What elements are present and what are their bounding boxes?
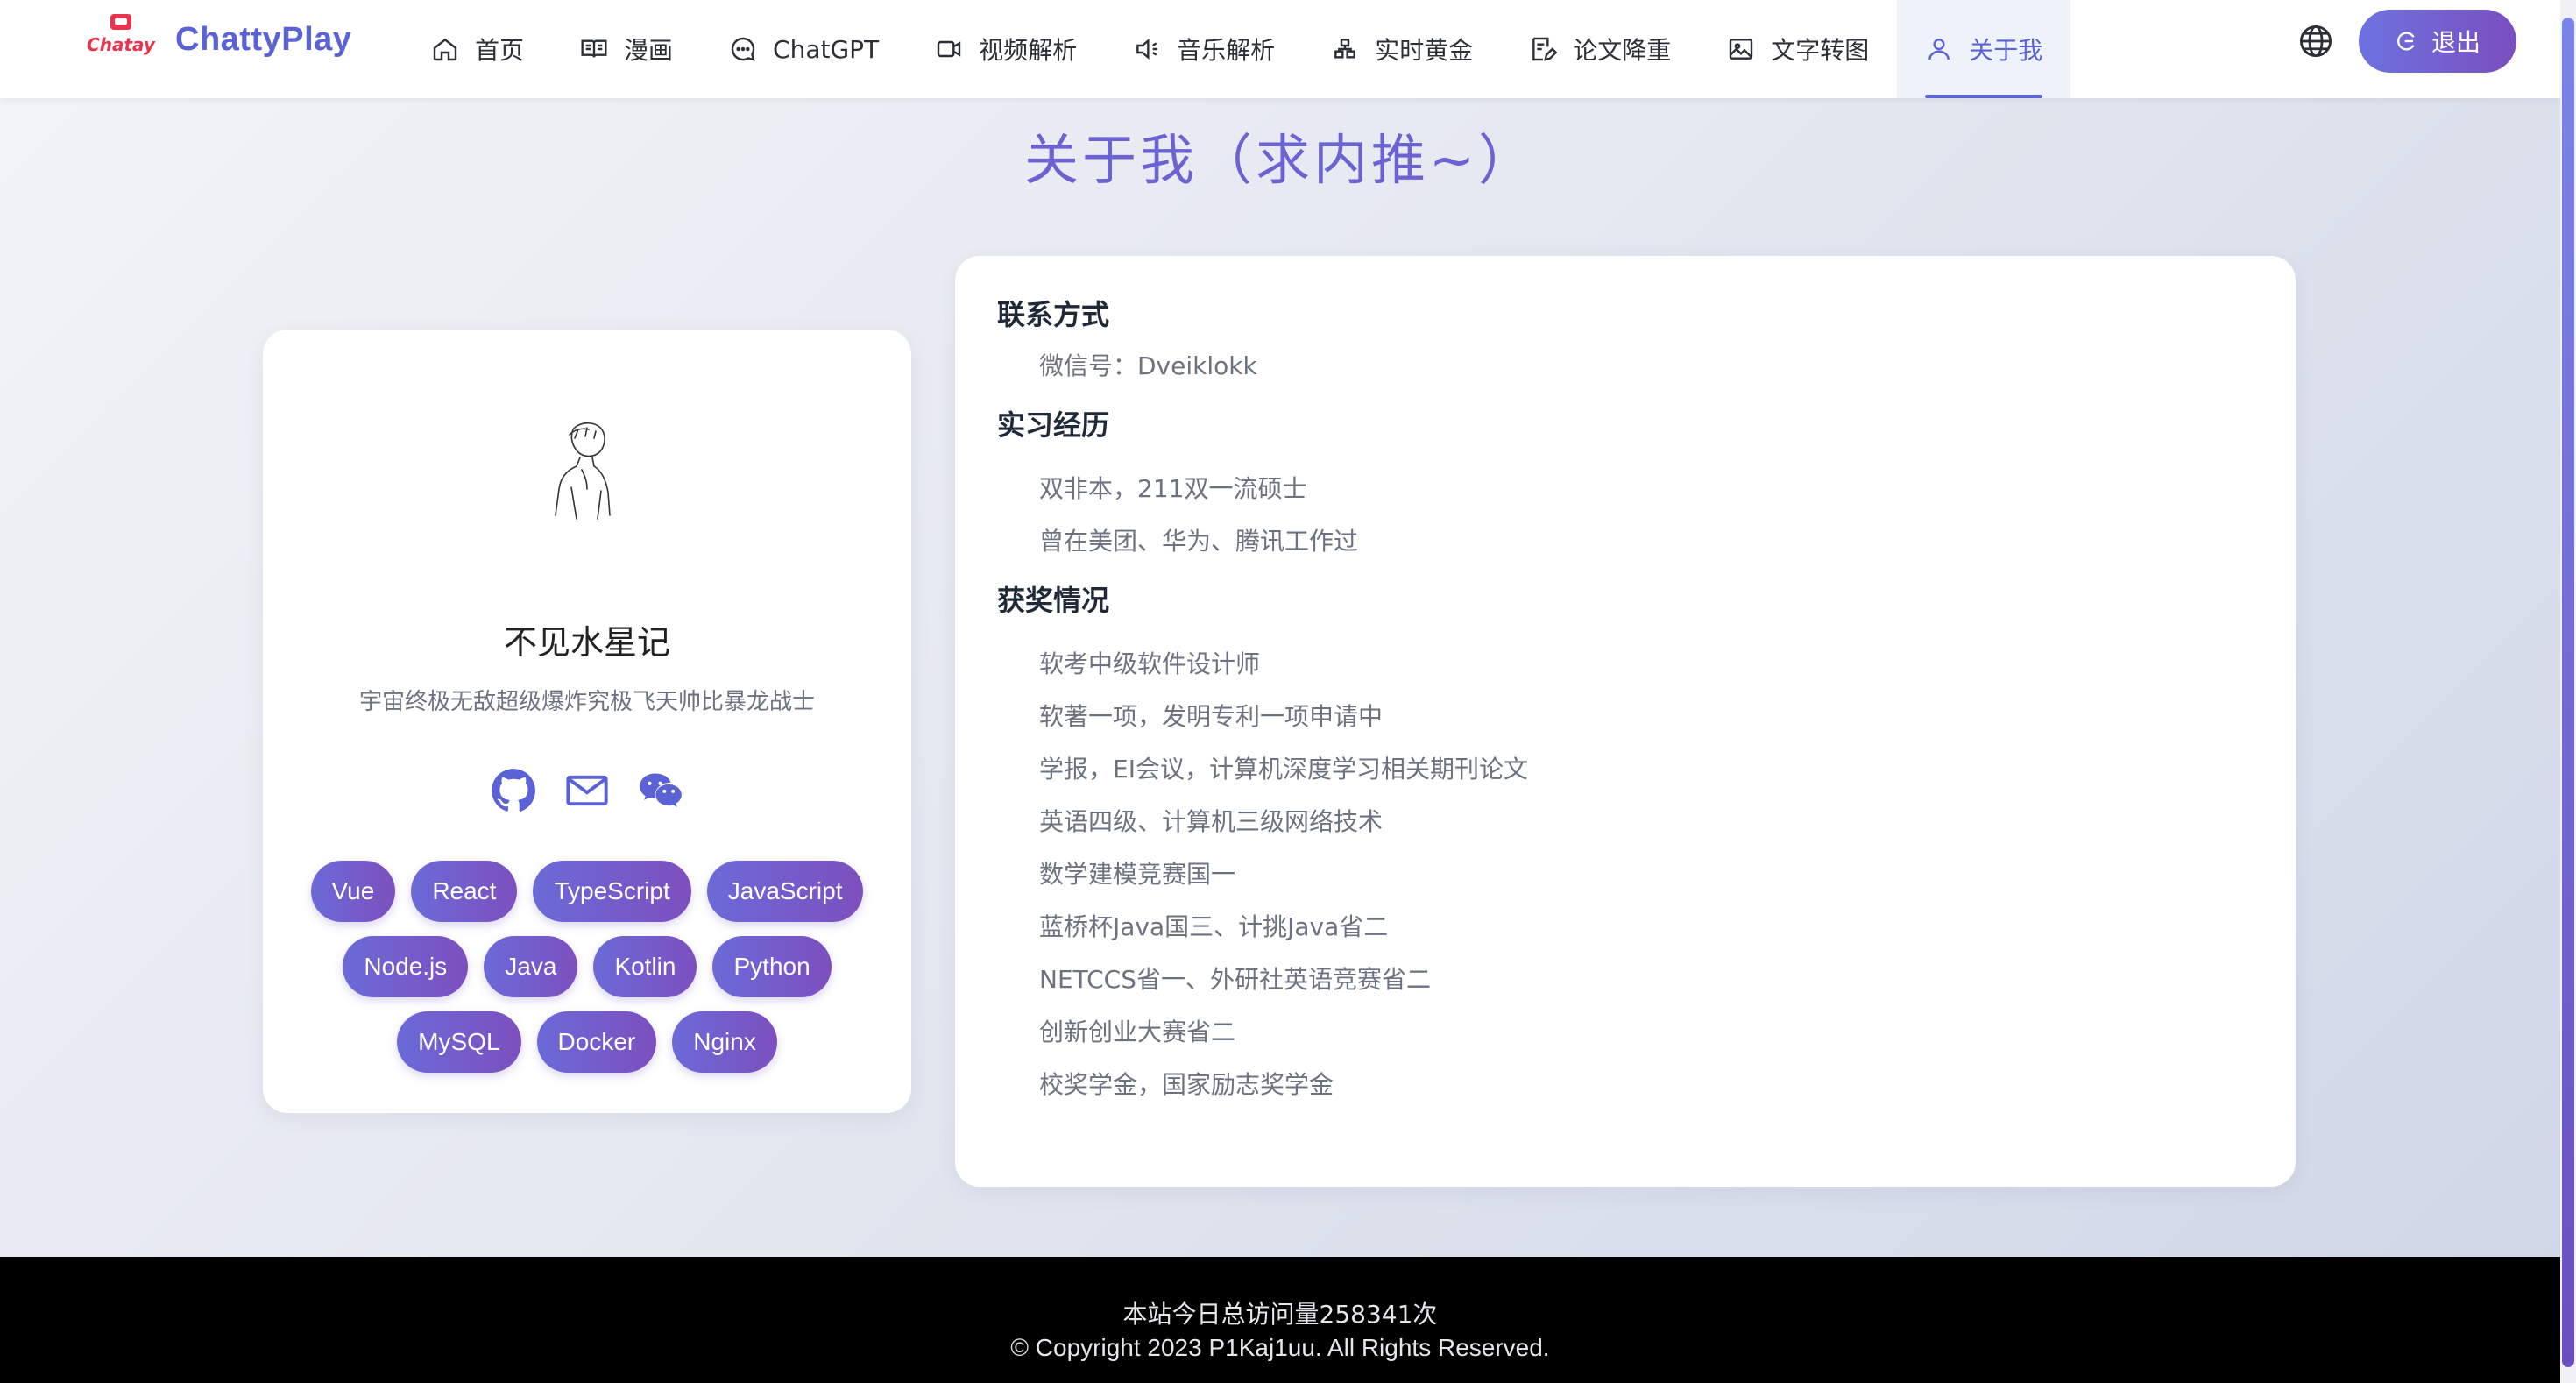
profile-card: 不见水星记 宇宙终极无敌超级爆炸究极飞天帅比暴龙战士 Vue React Typ… xyxy=(263,330,911,1113)
nav-text-to-image[interactable]: 文字转图 xyxy=(1699,0,1897,98)
book-icon xyxy=(581,39,607,58)
nav-home-label: 首页 xyxy=(475,36,525,65)
wechat-icon[interactable] xyxy=(638,768,683,813)
speaker-icon xyxy=(1136,39,1158,60)
home-icon xyxy=(433,38,457,61)
scrollbar-thumb[interactable] xyxy=(2562,18,2574,1367)
avatar xyxy=(517,403,657,543)
nav-comics-label: 漫画 xyxy=(624,36,674,65)
list-item: NETCCS省一、外研社英语竞赛省二 xyxy=(1039,965,1431,994)
skill-tag[interactable]: Python xyxy=(712,936,832,997)
skill-tags: Vue React TypeScript JavaScript Node.js … xyxy=(298,861,876,1073)
skill-tag[interactable]: Vue xyxy=(310,861,396,922)
copyright: © Copyright 2023 P1Kaj1uu. All Rights Re… xyxy=(1010,1334,1550,1361)
info-card: 联系方式 微信号：Dveiklokk 实习经历 双非本，211双一流硕士 曾在美… xyxy=(955,256,2296,1187)
nav-comics[interactable]: 漫画 xyxy=(552,0,701,98)
list-item: 曾在美团、华为、腾讯工作过 xyxy=(1039,527,1359,556)
gold-icon xyxy=(1334,39,1356,59)
list-item: 数学建模竞赛国一 xyxy=(1039,860,1236,889)
skill-tag[interactable]: Docker xyxy=(536,1011,657,1073)
list-item: 软著一项，发明专利一项申请中 xyxy=(1039,702,1384,731)
nav-chatgpt[interactable]: ChatGPT xyxy=(701,0,907,98)
profile-motto: 宇宙终极无敌超级爆炸究极飞天帅比暴龙战士 xyxy=(358,689,815,715)
list-item: 软考中级软件设计师 xyxy=(1039,649,1261,678)
skill-tag[interactable]: MySQL xyxy=(397,1011,521,1073)
skill-tag[interactable]: Java xyxy=(484,936,578,997)
language-globe-icon[interactable] xyxy=(2297,23,2334,60)
logo[interactable]: Chatay xyxy=(86,12,156,61)
github-icon[interactable] xyxy=(491,768,536,813)
scrollbar[interactable] xyxy=(2560,0,2576,1383)
list-item: 英语四级、计算机三级网络技术 xyxy=(1039,807,1384,836)
skill-tag[interactable]: Nginx xyxy=(672,1011,777,1073)
image-icon xyxy=(1730,39,1753,60)
list-item: 创新创业大赛省二 xyxy=(1039,1018,1236,1046)
nav-paper-rewrite[interactable]: 论文降重 xyxy=(1501,0,1699,98)
nav-music-parse-label: 音乐解析 xyxy=(1177,36,1276,65)
logout-label: 退出 xyxy=(2431,28,2480,57)
footer: 本站今日总访问量258341次 © Copyright 2023 P1Kaj1u… xyxy=(0,1257,2560,1383)
awards-section: 获奖情况 软考中级软件设计师 软著一项，发明专利一项申请中 学报，EI会议，计算… xyxy=(997,578,2254,1111)
nav-chatgpt-label: ChatGPT xyxy=(773,34,880,64)
contact-section: 联系方式 微信号：Dveiklokk xyxy=(997,293,2254,393)
logo-text: Chatay xyxy=(87,34,156,55)
nav-text-to-image-label: 文字转图 xyxy=(1771,36,1870,65)
nav-music-parse[interactable]: 音乐解析 xyxy=(1105,0,1303,98)
power-icon xyxy=(2396,32,2415,51)
document-edit-icon xyxy=(1532,37,1558,61)
video-icon xyxy=(937,40,961,58)
list-item: 双非本，211双一流硕士 xyxy=(1039,474,1307,503)
list-item: 微信号：Dveiklokk xyxy=(1039,351,1257,380)
nav-video-parse-label: 视频解析 xyxy=(979,36,1078,65)
nav-video-parse[interactable]: 视频解析 xyxy=(907,0,1105,98)
nav-about-me[interactable]: 关于我 xyxy=(1897,0,2071,98)
skill-tag[interactable]: JavaScript xyxy=(706,861,864,922)
user-icon xyxy=(1928,39,1950,60)
visit-counter: 本站今日总访问量258341次 xyxy=(1122,1300,1438,1329)
page-title: 关于我（求内推~） xyxy=(1024,128,1536,192)
nav-paper-rewrite-label: 论文降重 xyxy=(1573,36,1672,65)
logout-button[interactable]: 退出 xyxy=(2359,10,2516,73)
skill-tag[interactable]: TypeScript xyxy=(533,861,691,922)
social-links xyxy=(263,768,911,813)
profile-name: 不见水星记 xyxy=(503,623,670,662)
mail-icon[interactable] xyxy=(564,768,610,813)
nav-gold-price-label: 实时黄金 xyxy=(1375,36,1474,65)
main-nav: 首页 漫画 ChatGPT 视频解析 音乐解析 实时黄金 论文降重 文字转图 关… xyxy=(403,0,2071,98)
skill-tag[interactable]: Kotlin xyxy=(593,936,697,997)
section-title: 获奖情况 xyxy=(997,584,1110,617)
nav-about-me-label: 关于我 xyxy=(1969,36,2043,65)
top-navbar: Chatay ChattyPlay 首页 漫画 ChatGPT 视频解析 音乐解… xyxy=(0,0,2560,98)
section-title: 联系方式 xyxy=(997,298,1110,331)
skill-tag[interactable]: React xyxy=(411,861,518,922)
brand-name[interactable]: ChattyPlay xyxy=(175,21,351,59)
nav-home[interactable]: 首页 xyxy=(403,0,552,98)
nav-gold-price[interactable]: 实时黄金 xyxy=(1303,0,1501,98)
list-item: 校奖学金，国家励志奖学金 xyxy=(1039,1070,1334,1099)
section-title: 实习经历 xyxy=(997,408,1110,442)
internship-section: 实习经历 双非本，211双一流硕士 曾在美团、华为、腾讯工作过 xyxy=(997,403,2254,568)
skill-tag[interactable]: Node.js xyxy=(343,936,469,997)
list-item: 学报，EI会议，计算机深度学习相关期刊论文 xyxy=(1039,755,1528,784)
chat-icon xyxy=(731,37,755,61)
list-item: 蓝桥杯Java国三、计挑Java省二 xyxy=(1039,912,1389,941)
